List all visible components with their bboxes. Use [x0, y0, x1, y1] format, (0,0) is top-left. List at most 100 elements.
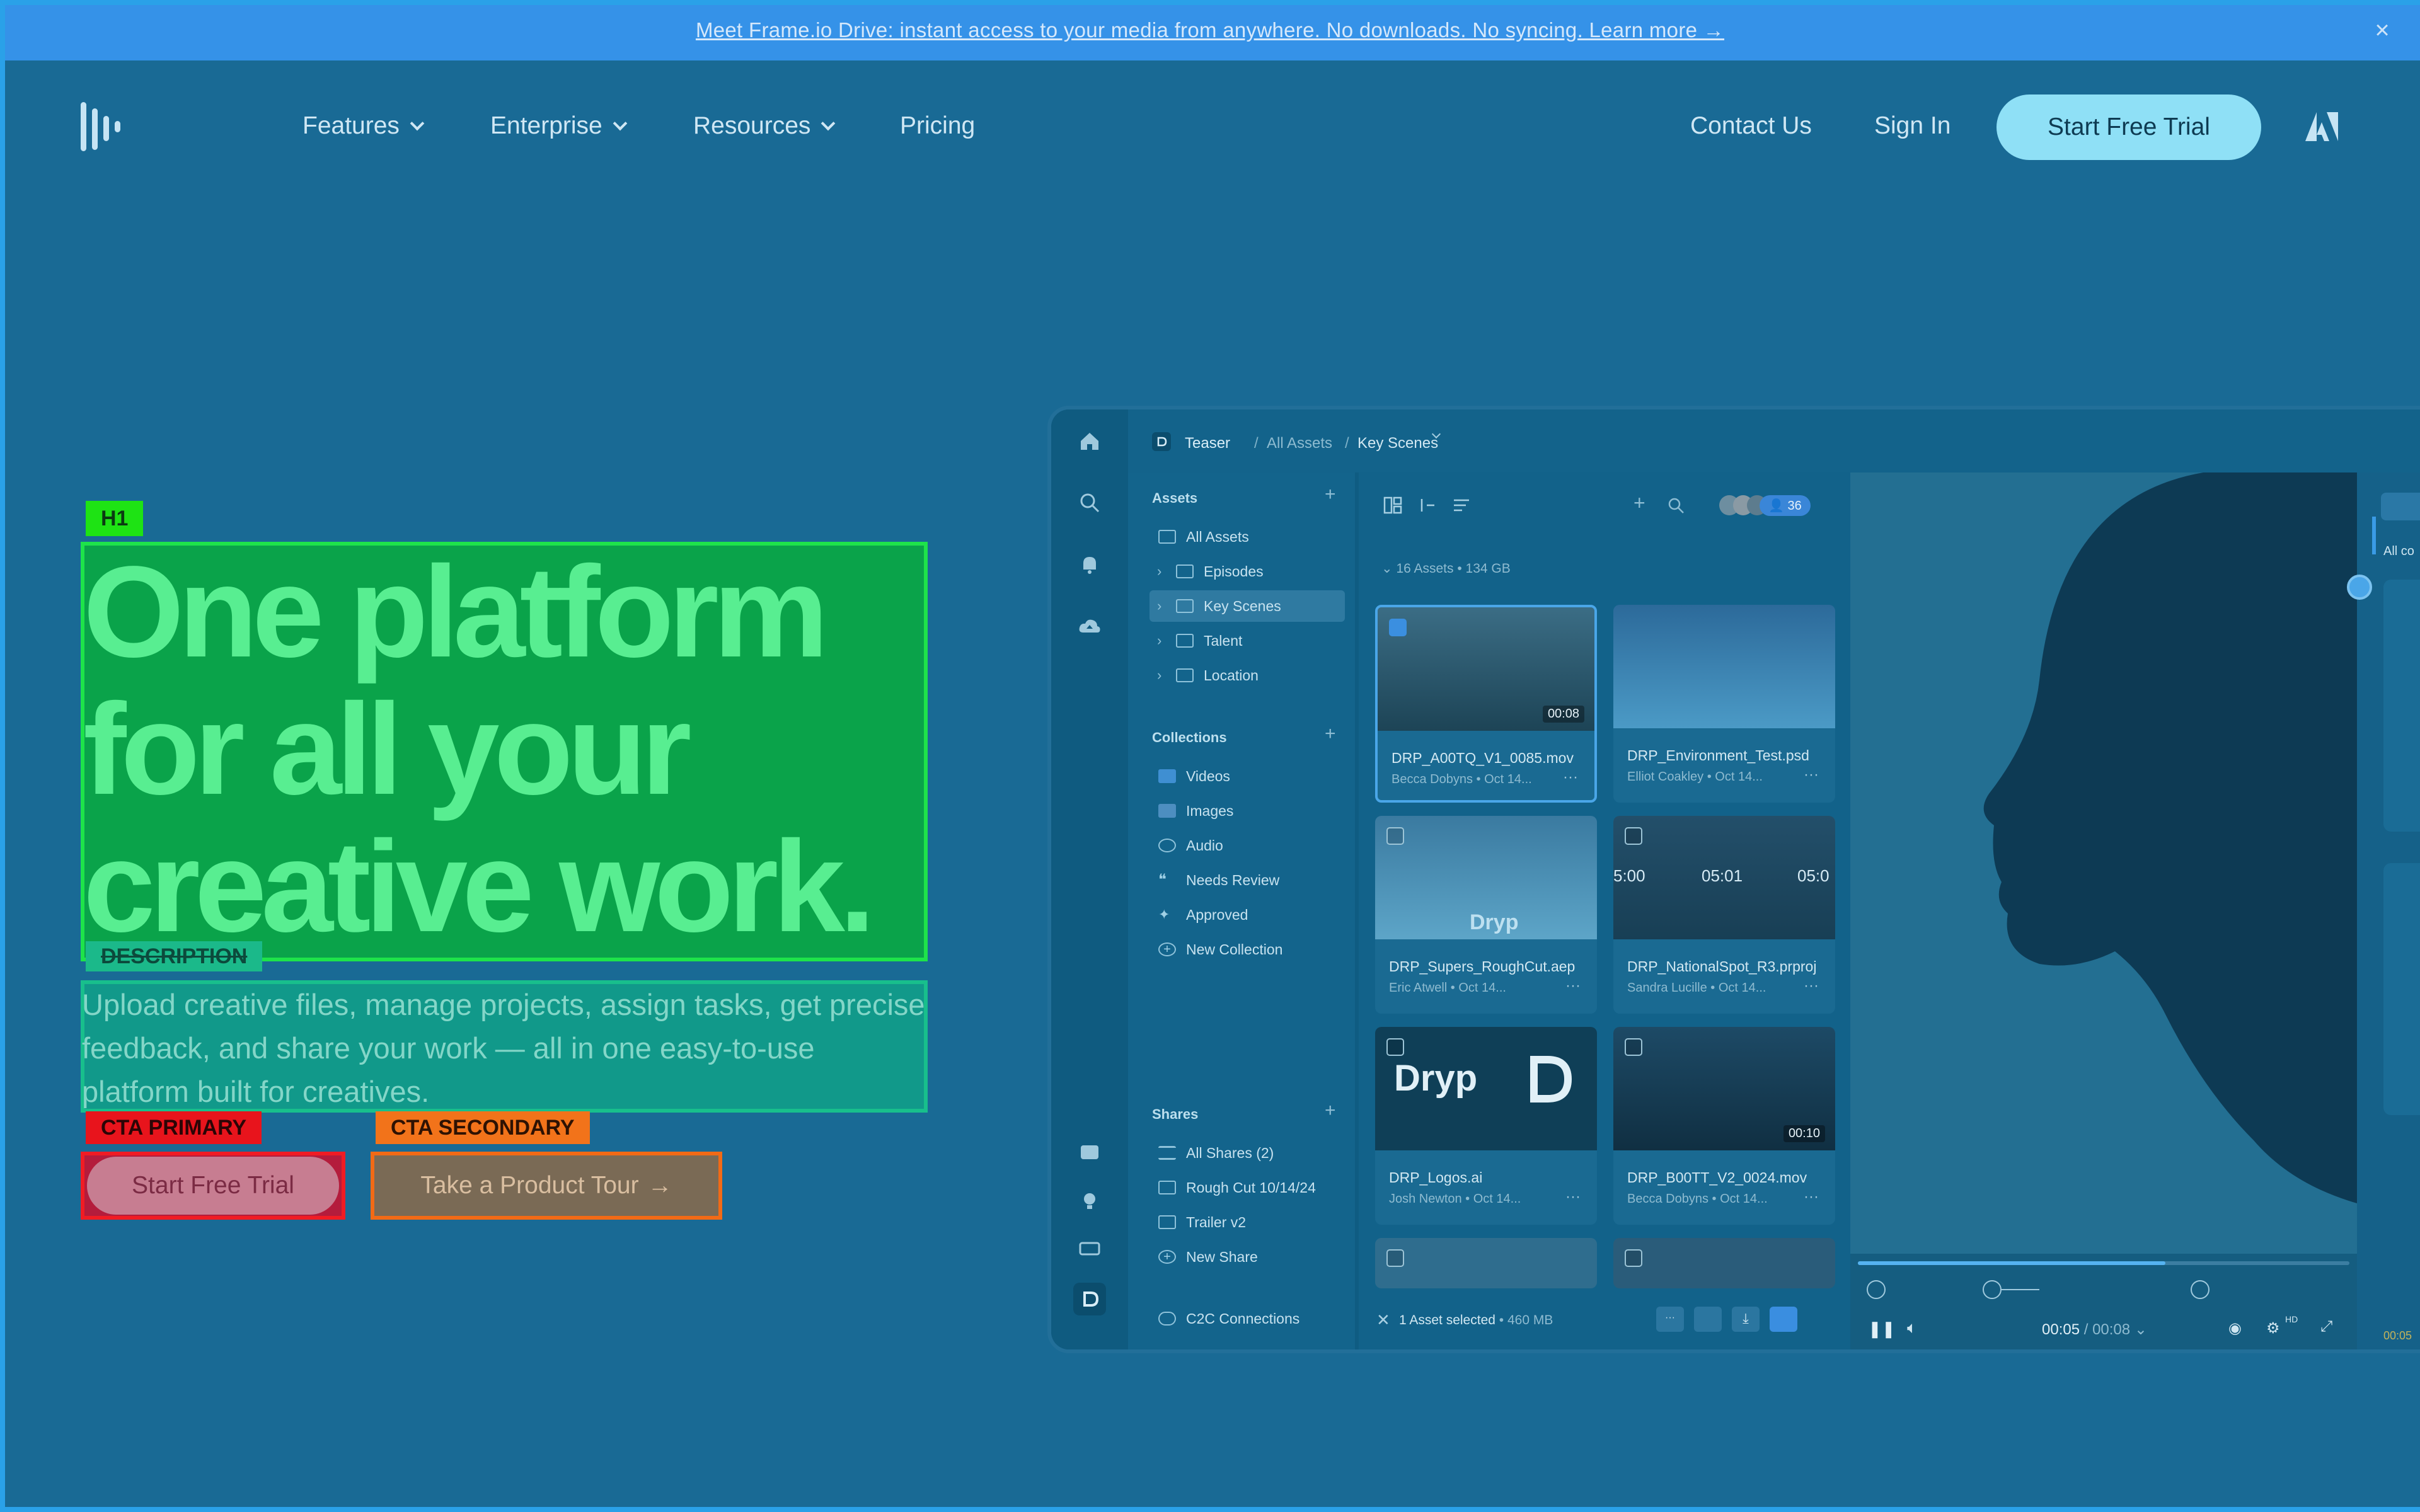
- sidebar-item-all-assets[interactable]: All Assets: [1150, 521, 1345, 553]
- nav-signin[interactable]: Sign In: [1874, 112, 1950, 140]
- sidebar-item-label: Audio: [1186, 837, 1223, 854]
- sidebar-item-episodes[interactable]: › Episodes: [1150, 556, 1345, 587]
- sidebar-item-all-shares[interactable]: All Shares (2): [1150, 1137, 1345, 1169]
- bell-icon[interactable]: [1077, 552, 1102, 577]
- announcement-link[interactable]: Meet Frame.io Drive: instant access to y…: [696, 18, 1724, 42]
- more-icon[interactable]: ···: [1565, 1188, 1581, 1206]
- sidebar-item-location[interactable]: › Location: [1150, 660, 1345, 691]
- add-icon[interactable]: +: [1634, 491, 1645, 515]
- download-icon[interactable]: ⤓: [1732, 1307, 1760, 1332]
- move-icon[interactable]: [1694, 1307, 1722, 1332]
- timeline-track[interactable]: [1858, 1261, 2349, 1265]
- panel-resize-handle[interactable]: [2347, 575, 2372, 600]
- comment-card[interactable]: [2383, 863, 2420, 1115]
- chevron-down-icon[interactable]: ⌄: [2135, 1321, 2147, 1338]
- checkbox[interactable]: [1625, 1249, 1642, 1267]
- frameio-logo[interactable]: [78, 98, 135, 155]
- sidebar-item-videos[interactable]: Videos: [1150, 760, 1345, 792]
- cloud-upload-icon[interactable]: [1077, 614, 1102, 639]
- sidebar-item-approved[interactable]: ✦ Approved: [1150, 899, 1345, 931]
- fullscreen-icon[interactable]: ⤢: [2320, 1318, 2332, 1336]
- sidebar-item-rough-cut[interactable]: Rough Cut 10/14/24: [1150, 1172, 1345, 1203]
- more-icon[interactable]: ···: [1804, 766, 1819, 784]
- product-tour-button[interactable]: Take a Product Tour →: [371, 1152, 722, 1220]
- add-collection-icon[interactable]: +: [1325, 723, 1336, 745]
- nav-start-trial-button[interactable]: Start Free Trial: [1997, 94, 2261, 160]
- share-icon[interactable]: [1770, 1307, 1797, 1332]
- asset-tile[interactable]: [1375, 1238, 1597, 1288]
- folder-icon: [1158, 530, 1176, 544]
- asset-tile[interactable]: 00:08 DRP_A00TQ_V1_0085.mov Becca Dobyns…: [1375, 605, 1597, 803]
- arrow-right-icon: →: [647, 1172, 672, 1199]
- checkbox[interactable]: [1625, 1038, 1642, 1056]
- sort-icon[interactable]: [1418, 496, 1437, 514]
- adobe-logo[interactable]: [2305, 112, 2338, 141]
- help-icon[interactable]: [1077, 1140, 1102, 1166]
- breadcrumb-project[interactable]: Teaser: [1185, 435, 1230, 452]
- add-share-icon[interactable]: +: [1325, 1100, 1336, 1121]
- video-viewer[interactable]: [1850, 472, 2357, 1349]
- asset-tile[interactable]: 5:00 05:01 05:0 DRP_NationalSpot_R3.prpr…: [1613, 816, 1835, 1014]
- sidebar-item-needs-review[interactable]: ❝ Needs Review: [1150, 864, 1345, 896]
- sidebar-item-key-scenes[interactable]: › Key Scenes: [1150, 590, 1345, 622]
- more-icon[interactable]: ···: [1563, 769, 1578, 786]
- asset-tile[interactable]: Dryp DRP_Supers_RoughCut.aep Eric Atwell…: [1375, 816, 1597, 1014]
- asset-tile[interactable]: Dryp DRP_Logos.ai Josh Newton • Oct 14..…: [1375, 1027, 1597, 1225]
- more-icon[interactable]: ···: [1656, 1307, 1684, 1332]
- h1-annotation-tag: H1: [86, 501, 144, 536]
- nav-pricing[interactable]: Pricing: [900, 112, 975, 140]
- comment-marker-icon[interactable]: [1983, 1280, 2002, 1299]
- checkbox[interactable]: [1386, 1038, 1404, 1056]
- sidebar-item-trailer[interactable]: Trailer v2: [1150, 1206, 1345, 1238]
- comment-card[interactable]: [2383, 580, 2420, 832]
- sidebar-item-talent[interactable]: › Talent: [1150, 625, 1345, 656]
- search-icon[interactable]: [1077, 490, 1102, 515]
- workspace-icon[interactable]: [1073, 1283, 1106, 1315]
- asset-name: DRP_B00TT_V2_0024.mov: [1627, 1169, 1807, 1186]
- nav-contact[interactable]: Contact Us: [1690, 112, 1812, 140]
- asset-thumbnail: [1613, 605, 1835, 728]
- checkbox[interactable]: [1389, 619, 1407, 636]
- nav-resources[interactable]: Resources: [693, 112, 836, 140]
- keyboard-icon[interactable]: [1077, 1236, 1102, 1261]
- close-icon[interactable]: ×: [2370, 18, 2395, 43]
- nav-features[interactable]: Features: [302, 112, 425, 140]
- start-free-trial-button[interactable]: Start Free Trial: [81, 1152, 345, 1220]
- sidebar-item-images[interactable]: Images: [1150, 795, 1345, 827]
- layout-icon[interactable]: [1383, 496, 1402, 514]
- checkbox[interactable]: [1386, 827, 1404, 845]
- more-icon[interactable]: ···: [1565, 977, 1581, 995]
- panel-button[interactable]: [2381, 493, 2420, 520]
- sidebar-item-c2c[interactable]: C2C Connections: [1150, 1303, 1345, 1334]
- breadcrumb-current[interactable]: Key Scenes: [1357, 435, 1438, 452]
- volume-icon[interactable]: 🔈︎: [1907, 1318, 1917, 1338]
- more-icon[interactable]: ···: [1804, 1188, 1819, 1206]
- pause-icon[interactable]: ❚❚: [1868, 1319, 1896, 1339]
- sidebar-item-new-collection[interactable]: + New Collection: [1150, 934, 1345, 965]
- settings-icon[interactable]: ⚙: [2266, 1319, 2280, 1337]
- asset-tile[interactable]: [1613, 1238, 1835, 1288]
- close-icon[interactable]: ✕: [1376, 1310, 1390, 1330]
- sidebar-item-new-share[interactable]: + New Share: [1150, 1241, 1345, 1273]
- add-asset-icon[interactable]: +: [1325, 484, 1336, 505]
- sidebar-item-label: Location: [1204, 667, 1259, 684]
- nav-features-label: Features: [302, 112, 400, 139]
- checkbox[interactable]: [1625, 827, 1642, 845]
- home-icon[interactable]: [1077, 428, 1102, 454]
- checkbox[interactable]: [1386, 1249, 1404, 1267]
- lightbulb-icon[interactable]: [1077, 1188, 1102, 1213]
- more-icon[interactable]: ···: [1804, 977, 1819, 995]
- asset-meta: Eric Atwell • Oct 14...: [1389, 981, 1506, 995]
- search-icon[interactable]: [1667, 496, 1685, 514]
- pin-icon[interactable]: ◉: [2228, 1319, 2242, 1337]
- asset-thumbnail: [1613, 1238, 1835, 1288]
- sidebar-item-audio[interactable]: Audio: [1150, 830, 1345, 861]
- breadcrumb-all-assets[interactable]: All Assets: [1267, 435, 1332, 452]
- chevron-down-icon: [613, 116, 628, 131]
- asset-tile[interactable]: 00:10 DRP_B00TT_V2_0024.mov Becca Dobyns…: [1613, 1027, 1835, 1225]
- filter-icon[interactable]: [1452, 496, 1471, 514]
- asset-tile[interactable]: DRP_Environment_Test.psd Elliot Coakley …: [1613, 605, 1835, 803]
- comment-marker-icon[interactable]: [2191, 1280, 2210, 1299]
- comment-marker-icon[interactable]: [1867, 1280, 1886, 1299]
- nav-enterprise[interactable]: Enterprise: [490, 112, 628, 140]
